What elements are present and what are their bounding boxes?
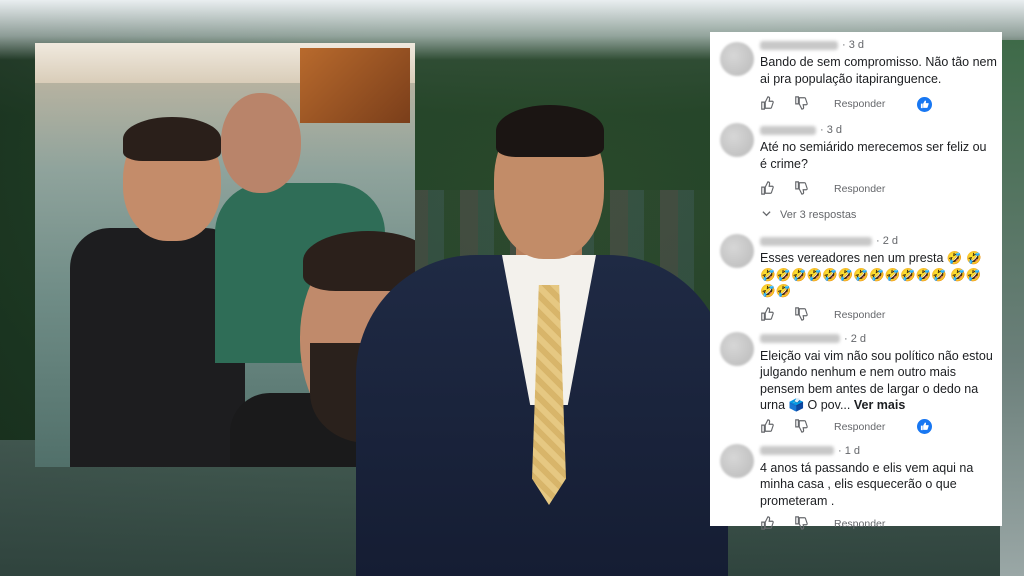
thumbs-up-icon[interactable] [760, 306, 780, 323]
author-name-blurred[interactable] [760, 446, 834, 455]
thumbs-down-icon[interactable] [794, 418, 814, 435]
thumbs-down-icon[interactable] [794, 96, 814, 112]
like-reaction-icon[interactable] [917, 419, 932, 434]
avatar[interactable] [720, 443, 754, 478]
comment-actions: Responder [760, 178, 994, 200]
comments-panel: · 3 d Bando de sem compromisso. Não tão … [710, 32, 1002, 530]
comment-text: Bando de sem compromisso. Não tão nem ai… [760, 55, 997, 86]
person-middle-head [221, 93, 301, 193]
comment-item: · 3 d Até no semiárido merecemos ser fel… [720, 121, 994, 226]
thumbs-down-icon[interactable] [794, 516, 814, 532]
comment-item: · 2 d Esses vereadores nen um presta 🤣 🤣… [720, 232, 994, 326]
reply-button[interactable]: Responder [834, 421, 885, 433]
thumbs-down-icon[interactable] [794, 306, 814, 323]
reply-button[interactable]: Responder [834, 309, 885, 321]
comment-item: · 2 d Eleição vai vim não sou político n… [720, 330, 994, 438]
comment-meta: · 2 d [760, 232, 994, 250]
like-reaction-icon[interactable] [917, 96, 932, 112]
comment-meta: · 1 d [760, 442, 994, 460]
view-replies-label[interactable]: Ver 3 respostas [780, 209, 856, 221]
suit-man-hair [496, 105, 604, 157]
reply-button[interactable]: Responder [834, 98, 885, 110]
comment-time[interactable]: 1 d [845, 445, 860, 457]
avatar[interactable] [720, 331, 754, 366]
view-replies-link[interactable]: Ver 3 respostas [762, 204, 994, 226]
comment-text: 4 anos tá passando e elis vem aqui na mi… [760, 460, 974, 508]
person-left-hair [123, 117, 221, 161]
comment-meta: · 3 d [760, 36, 994, 54]
comment-actions: Responder [760, 513, 994, 535]
author-name-blurred[interactable] [760, 334, 840, 343]
thumbs-down-icon[interactable] [794, 181, 814, 197]
comment-text: Até no semiárido merecemos ser feliz ou … [760, 140, 987, 171]
see-more-link[interactable]: Ver mais [854, 398, 905, 412]
comment-time[interactable]: 3 d [827, 124, 842, 136]
comment-actions: Responder [760, 304, 994, 326]
comment-time[interactable]: 3 d [849, 39, 864, 51]
comment-meta: · 2 d [760, 330, 994, 348]
comment-item: · 3 d Bando de sem compromisso. Não tão … [720, 36, 997, 115]
avatar[interactable] [720, 42, 754, 76]
comment-time[interactable]: 2 d [851, 333, 866, 345]
comment-actions: Responder [760, 416, 994, 438]
author-name-blurred[interactable] [760, 125, 816, 135]
comment-text: Eleição vai vim não sou político não est… [760, 348, 1000, 414]
background-edge [1000, 40, 1024, 576]
comment-text: Esses vereadores nen um presta 🤣 🤣🤣🤣🤣🤣🤣🤣… [760, 251, 982, 298]
thumbs-up-icon[interactable] [760, 516, 780, 532]
comment-item: · 1 d 4 anos tá passando e elis vem aqui… [720, 442, 994, 536]
reply-button[interactable]: Responder [834, 183, 885, 195]
author-name-blurred[interactable] [760, 40, 838, 50]
comment-meta: · 3 d [760, 121, 994, 139]
thumbs-up-icon[interactable] [760, 96, 780, 112]
thumbs-up-icon[interactable] [760, 418, 780, 435]
thumbs-up-icon[interactable] [760, 181, 780, 197]
avatar[interactable] [720, 234, 754, 268]
comment-time[interactable]: 2 d [883, 235, 898, 247]
avatar[interactable] [720, 123, 754, 157]
man-in-suit [356, 105, 728, 576]
comment-actions: Responder [760, 93, 994, 115]
author-name-blurred[interactable] [760, 236, 872, 246]
reply-button[interactable]: Responder [834, 518, 885, 530]
chevron-down-icon [762, 209, 772, 221]
